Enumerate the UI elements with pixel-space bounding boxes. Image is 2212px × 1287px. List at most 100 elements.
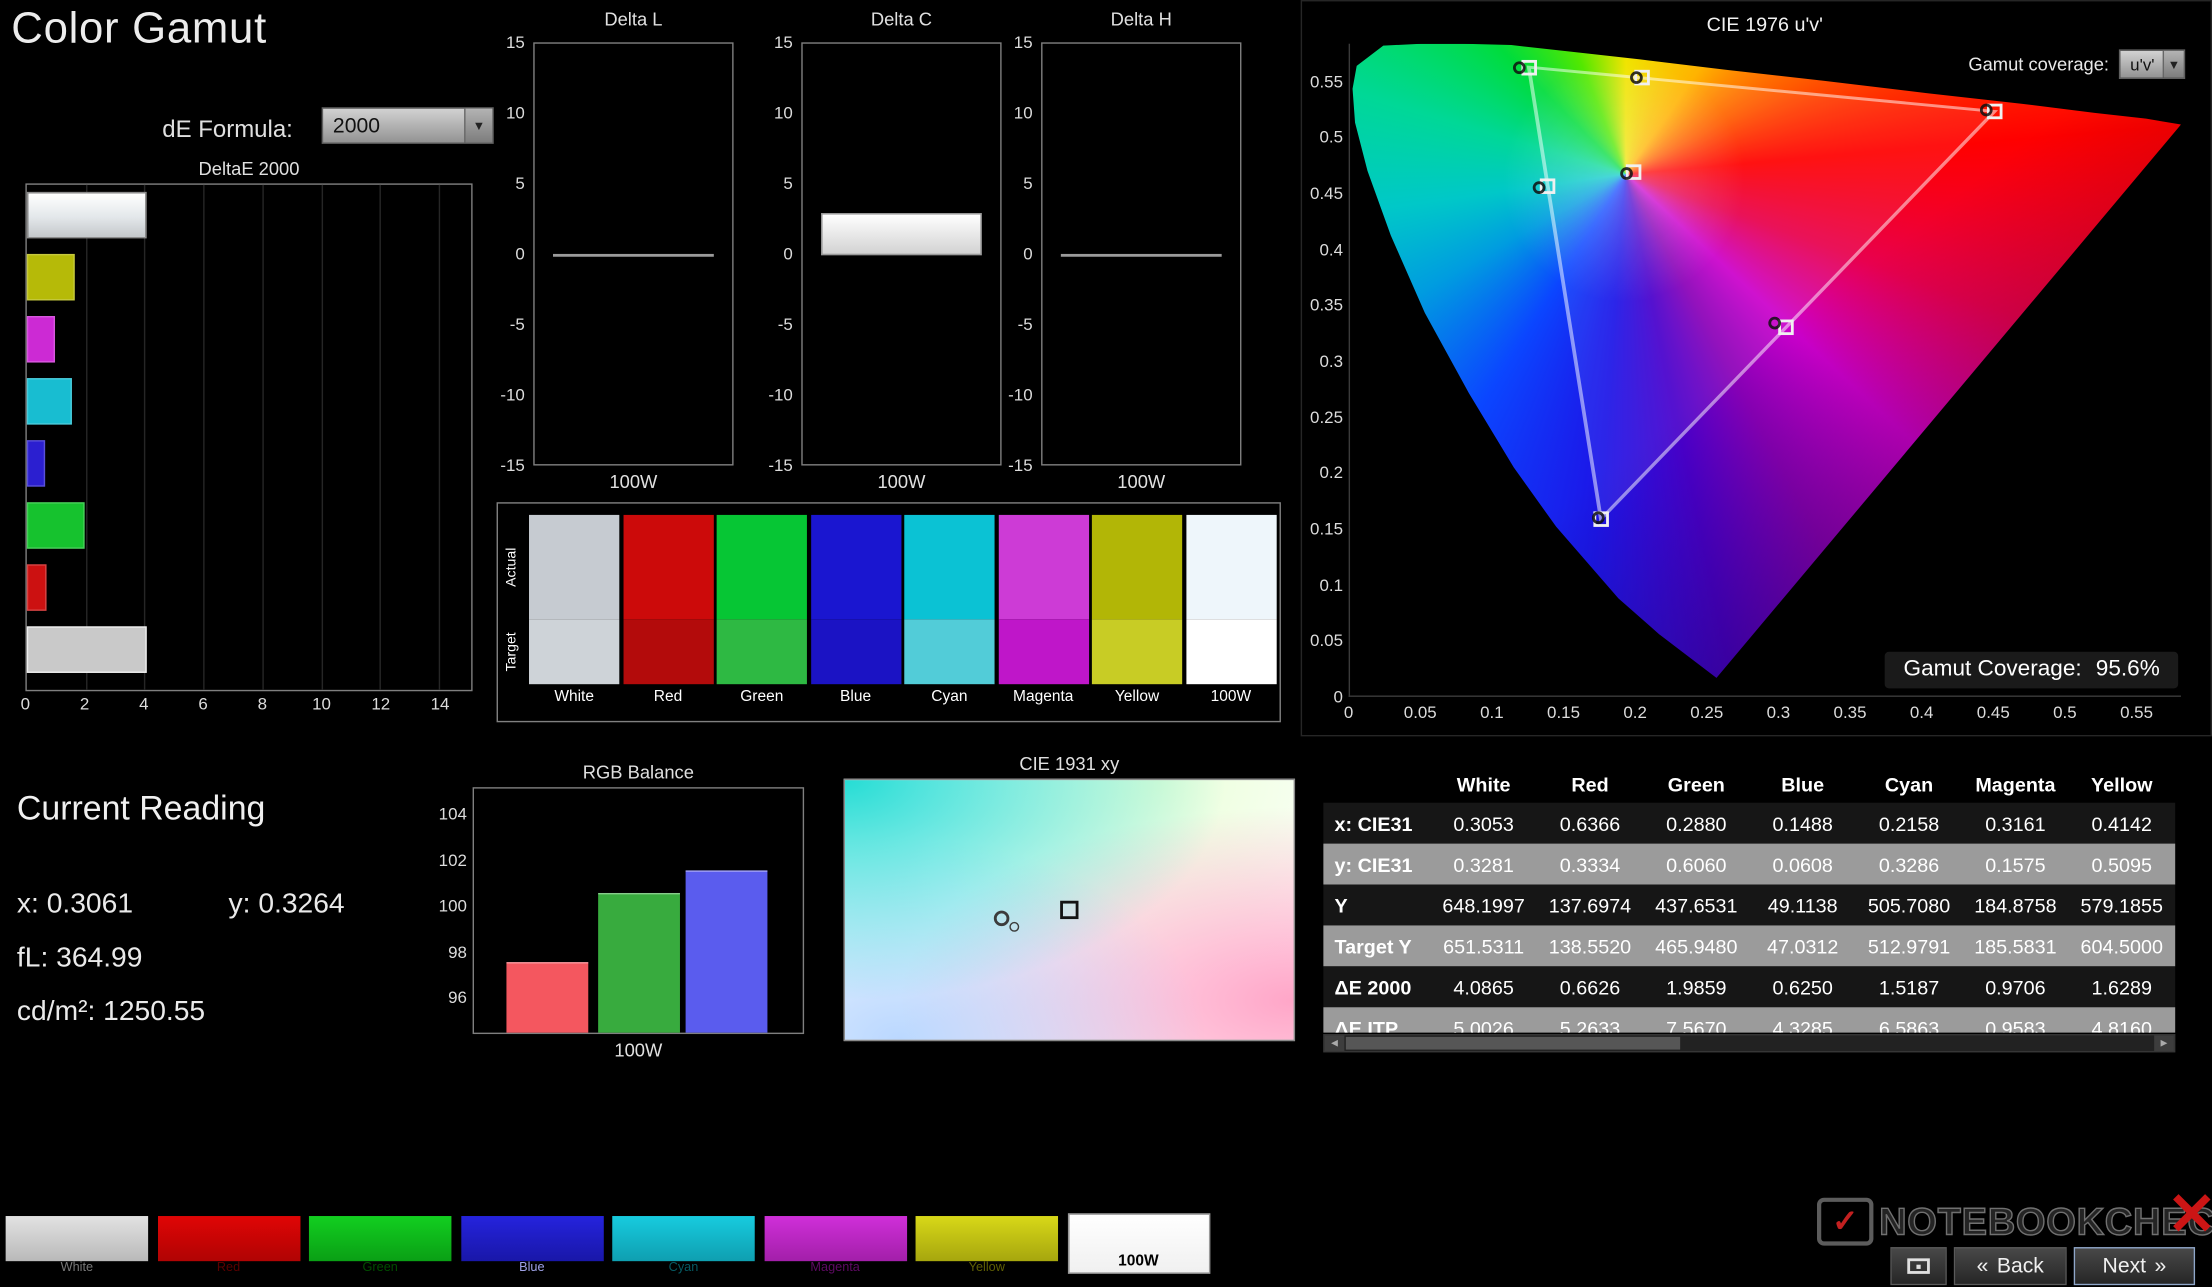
color-patch-yellow[interactable]: Yellow bbox=[915, 1216, 1059, 1274]
table-cell: 0.6060 bbox=[1666, 852, 1727, 876]
swatch-column-yellow: Yellow bbox=[1091, 514, 1183, 706]
delta_h-ytick: 15 bbox=[1013, 32, 1033, 53]
rgb-balance-title: RGB Balance bbox=[582, 761, 694, 783]
delta_h-ytick: -5 bbox=[1017, 314, 1033, 335]
uv-xtick: 0.25 bbox=[1690, 702, 1724, 723]
scrollbar-thumb[interactable] bbox=[1345, 1036, 1681, 1050]
current-reading-fl: fL: 364.99 bbox=[16, 942, 143, 974]
back-button[interactable]: « Back bbox=[1953, 1247, 2067, 1286]
display-button[interactable] bbox=[1890, 1247, 1947, 1286]
next-arrow-icon: » bbox=[2154, 1254, 2167, 1279]
delta_h-ytick: 5 bbox=[1023, 173, 1033, 194]
scroll-left-button[interactable]: ◄ bbox=[1324, 1035, 1345, 1051]
uv-xtick: 0.5 bbox=[2053, 702, 2077, 723]
delta_l-xlabel: 100W bbox=[609, 471, 658, 493]
patch-label: 100W bbox=[1118, 1252, 1159, 1270]
table-cell: 0.3286 bbox=[1878, 852, 1940, 876]
uv-measured-white bbox=[1619, 167, 1633, 181]
swatch-label: Yellow bbox=[1114, 688, 1160, 706]
table-cell: 651.5311 bbox=[1443, 934, 1525, 958]
chevron-down-icon: ▼ bbox=[2162, 50, 2184, 78]
delta_c-ytick: -10 bbox=[768, 385, 793, 405]
color-patch-bar: White Red Green Blue Cyan Magenta Yellow 100W bbox=[0, 1213, 1230, 1286]
next-button[interactable]: Next » bbox=[2073, 1247, 2196, 1286]
table-header-cell: Yellow bbox=[2091, 772, 2153, 795]
scroll-right-button[interactable]: ► bbox=[2154, 1035, 2174, 1051]
color-patch-100w[interactable]: 100W bbox=[1067, 1213, 1210, 1274]
uv-xtick: 0 bbox=[1343, 702, 1354, 723]
gamut-coverage-badge: Gamut Coverage: 95.6% bbox=[1885, 651, 2179, 689]
table-header-cell: Green bbox=[1667, 772, 1725, 795]
delta_c-ytick: 15 bbox=[773, 32, 793, 53]
check-mark-icon: ✓ bbox=[1832, 1203, 1859, 1239]
rgb-balance-plot bbox=[472, 787, 805, 1035]
table-cell: 0.2880 bbox=[1666, 811, 1727, 835]
app-root: Color Gamut dE Formula: 2000 ▼ DeltaE 20… bbox=[0, 0, 2212, 1287]
patch-color-swatch bbox=[612, 1216, 755, 1262]
color-patch-cyan[interactable]: Cyan bbox=[612, 1216, 755, 1274]
delta_l-ytick: -10 bbox=[500, 385, 525, 405]
deltae-xtick: 14 bbox=[430, 694, 450, 714]
delta_h-ytick: -15 bbox=[1008, 455, 1033, 476]
uv-ytick: 0.2 bbox=[1319, 463, 1343, 483]
table-cell: 6.5863 bbox=[1878, 1016, 1940, 1033]
patch-color-swatch bbox=[915, 1216, 1059, 1262]
uv-ytick: 0.55 bbox=[1310, 71, 1343, 92]
uv-xtick: 0.05 bbox=[1403, 702, 1437, 723]
table-header-cell: Red bbox=[1571, 772, 1609, 795]
color-patch-blue[interactable]: Blue bbox=[460, 1216, 604, 1274]
delta_h-ytick: -10 bbox=[1008, 385, 1033, 405]
measurement-table: White Red Green Blue Cyan Magenta Yellow x: CIE… bbox=[1323, 764, 2176, 1054]
swatch-target bbox=[998, 619, 1089, 685]
swatch-actual bbox=[998, 514, 1089, 620]
uv-ytick: 0.3 bbox=[1319, 351, 1343, 371]
rgb-ytick: 104 bbox=[438, 804, 467, 825]
rgb-ytick: 98 bbox=[448, 941, 467, 962]
uv-xtick: 0.15 bbox=[1547, 702, 1580, 723]
table-cell: 137.6974 bbox=[1548, 893, 1632, 917]
rgb-bar-blue bbox=[685, 870, 768, 1033]
delta_l-ytick: 10 bbox=[505, 102, 525, 123]
delta_l-ytick: 15 bbox=[505, 32, 525, 53]
swatch-actual bbox=[716, 514, 807, 620]
deltae-xtick: 0 bbox=[20, 694, 31, 714]
color-patch-white[interactable]: White bbox=[5, 1216, 149, 1274]
color-patch-magenta[interactable]: Magenta bbox=[763, 1216, 907, 1274]
table-row-label: y: CIE31 bbox=[1334, 852, 1413, 876]
gamut-triangle bbox=[1526, 65, 1999, 523]
cie31-measured-marker-small bbox=[1009, 921, 1020, 932]
table-row: Target Y 651.5311 138.5520 465.9480 47.0312 5… bbox=[1323, 925, 2176, 967]
color-patch-green[interactable]: Green bbox=[308, 1216, 452, 1274]
gamut-coverage-dropdown[interactable]: u'v' ▼ bbox=[2118, 49, 2186, 79]
swatch-label: Green bbox=[740, 688, 784, 706]
color-patch-red[interactable]: Red bbox=[157, 1216, 300, 1274]
swatch-column-blue: Blue bbox=[810, 514, 901, 705]
swatch-target bbox=[1091, 619, 1183, 685]
chart-delta_h: Delta H 100W 15 10 5 0 -5 -10 -15 bbox=[996, 8, 1244, 492]
uv-ytick: 0.1 bbox=[1319, 575, 1343, 595]
delta_c-ytick: -15 bbox=[768, 455, 793, 476]
table-scrollbar[interactable]: ◄ ► bbox=[1323, 1034, 2176, 1053]
swatch-actual bbox=[529, 514, 620, 620]
back-button-label: Back bbox=[1996, 1254, 2044, 1279]
chart-delta_l: Delta L 100W 15 10 5 0 -5 -10 -15 bbox=[488, 8, 736, 493]
uv-measured-green bbox=[1513, 60, 1527, 74]
deltae-xtick: 4 bbox=[139, 694, 149, 714]
rgb-ytick: 102 bbox=[438, 850, 467, 871]
current-reading-cdm2: cd/m²: 1250.55 bbox=[16, 995, 206, 1027]
swatch-column-cyan: Cyan bbox=[904, 514, 995, 705]
table-cell: 0.9706 bbox=[1985, 975, 2046, 999]
deltae-xaxis: 0 2 4 6 8 10 12 14 bbox=[21, 694, 472, 717]
gamut-coverage-row: Gamut coverage: u'v' ▼ bbox=[1968, 49, 2186, 79]
deltae-bar-white bbox=[26, 191, 148, 239]
uv-measured-blue bbox=[1591, 510, 1605, 524]
uv-xtick: 0.1 bbox=[1480, 702, 1504, 723]
chart-delta_c: Delta C 100W 15 10 5 0 -5 -10 -15 bbox=[756, 8, 1004, 492]
delta_h-ytick: 10 bbox=[1013, 102, 1033, 123]
table-row-label: ΔE 2000 bbox=[1334, 975, 1412, 999]
de-formula-dropdown[interactable]: 2000 ▼ bbox=[321, 107, 494, 144]
table-cell: 7.5670 bbox=[1666, 1016, 1727, 1033]
coverage-badge-label: Gamut Coverage: bbox=[1903, 657, 2082, 682]
table-cell: 1.5187 bbox=[1878, 975, 1940, 999]
cie1931-chart: CIE 1931 xy bbox=[843, 753, 1296, 1046]
